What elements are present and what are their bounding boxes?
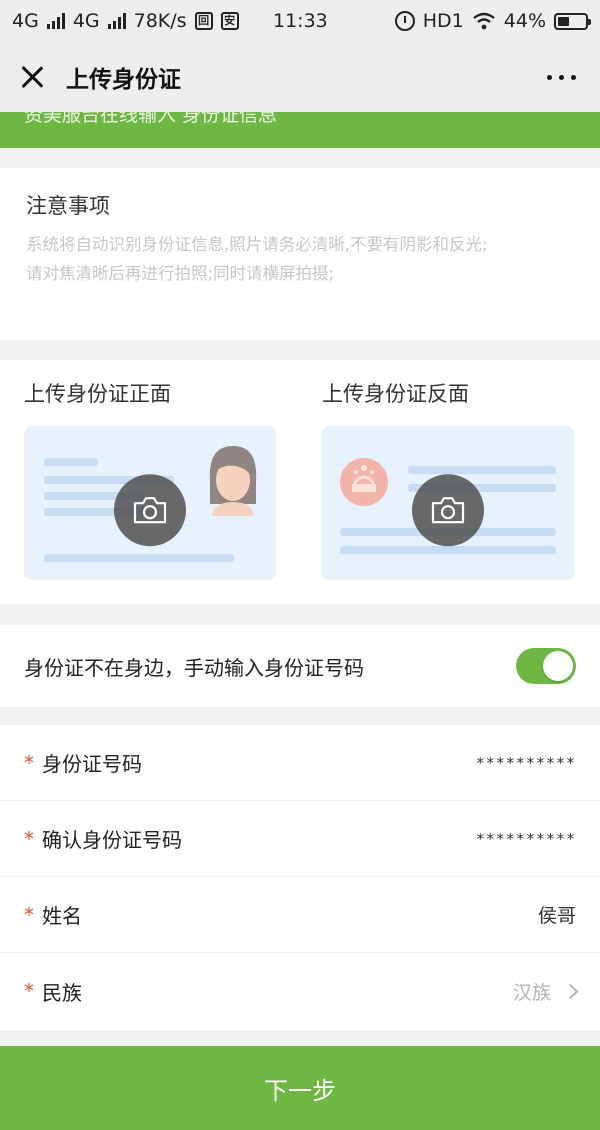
notice-text: 系统将自动识别身份证信息,照片请务必清晰,不要有阴影和反光; 请对焦清晰后再进行… bbox=[26, 230, 574, 288]
notice-line-1: 系统将自动识别身份证信息,照片请务必清晰,不要有阴影和反光; bbox=[26, 235, 488, 254]
nav-bar: 上传身份证 bbox=[0, 42, 600, 112]
id-number-label: 身份证号码 bbox=[42, 752, 142, 776]
network-type-1: 4G bbox=[12, 10, 39, 32]
notification-icon: 回 bbox=[194, 12, 213, 30]
wifi-icon bbox=[473, 12, 495, 30]
required-mark: * bbox=[24, 979, 34, 1003]
placeholder-line bbox=[408, 466, 556, 474]
name-row[interactable]: * 姓名 侯哥 bbox=[0, 877, 600, 953]
camera-icon[interactable] bbox=[412, 474, 484, 547]
upload-back: 上传身份证反面 bbox=[322, 378, 574, 586]
status-time: 11:33 bbox=[273, 10, 328, 32]
placeholder-line bbox=[44, 554, 234, 562]
id-number-field[interactable]: ********** bbox=[476, 754, 576, 772]
next-step-button[interactable]: 下一步 bbox=[0, 1046, 600, 1130]
placeholder-line bbox=[340, 546, 556, 554]
id-form: * 身份证号码 ********** * 确认身份证号码 ********** … bbox=[0, 725, 600, 1030]
upload-front-label: 上传身份证正面 bbox=[24, 382, 171, 406]
camera-icon[interactable] bbox=[114, 474, 186, 547]
more-icon[interactable] bbox=[541, 69, 582, 86]
ethnicity-row[interactable]: * 民族 汉族 bbox=[0, 953, 600, 1029]
notice-card: 注意事项 系统将自动识别身份证信息,照片请务必清晰,不要有阴影和反光; 请对焦清… bbox=[0, 168, 600, 340]
confirm-id-field[interactable]: ********** bbox=[476, 830, 576, 848]
name-label: 姓名 bbox=[42, 904, 82, 928]
required-mark: * bbox=[24, 902, 34, 927]
name-field[interactable]: 侯哥 bbox=[538, 901, 576, 928]
required-mark: * bbox=[24, 750, 34, 775]
close-icon[interactable] bbox=[18, 63, 46, 91]
confirm-id-label: 确认身份证号码 bbox=[42, 828, 182, 852]
app-notification-icon: 安 bbox=[220, 12, 239, 30]
upload-back-label: 上传身份证反面 bbox=[322, 382, 469, 406]
toggle-knob bbox=[543, 651, 573, 681]
battery-icon bbox=[554, 12, 591, 30]
manual-input-label: 身份证不在身边，手动输入身份证号码 bbox=[24, 655, 364, 680]
portrait-icon bbox=[209, 446, 257, 516]
ethnicity-label: 民族 bbox=[42, 980, 82, 1005]
emblem-icon bbox=[340, 458, 388, 506]
info-banner: 资美服台在线输入 身份证信息 bbox=[0, 112, 600, 148]
required-mark: * bbox=[24, 826, 34, 851]
network-speed: 78K/s bbox=[133, 10, 187, 32]
alarm-icon bbox=[394, 11, 415, 31]
hd-indicator: HD1 bbox=[422, 10, 464, 32]
confirm-id-row[interactable]: * 确认身份证号码 ********** bbox=[0, 801, 600, 877]
id-number-row[interactable]: * 身份证号码 ********** bbox=[0, 725, 600, 801]
network-type-2: 4G bbox=[72, 10, 100, 32]
status-left: 4G 4G 78K/s 回 安 bbox=[12, 10, 239, 32]
manual-input-toggle[interactable] bbox=[516, 648, 576, 684]
status-right: HD1 44% bbox=[394, 10, 591, 32]
signal-icon bbox=[107, 13, 126, 29]
id-card-front-placeholder[interactable] bbox=[24, 426, 276, 580]
ethnicity-select[interactable]: 汉族 bbox=[513, 978, 551, 1005]
id-card-back-placeholder[interactable] bbox=[322, 426, 574, 580]
battery-percent: 44% bbox=[503, 10, 546, 32]
placeholder-line bbox=[44, 458, 98, 466]
chevron-right-icon bbox=[562, 983, 579, 999]
upload-front: 上传身份证正面 bbox=[24, 378, 276, 586]
manual-input-row: 身份证不在身边，手动输入身份证号码 bbox=[0, 625, 600, 707]
signal-icon bbox=[46, 13, 65, 29]
banner-text: 资美服台在线输入 身份证信息 bbox=[24, 112, 278, 126]
notice-title: 注意事项 bbox=[26, 194, 110, 218]
page-title: 上传身份证 bbox=[66, 67, 181, 93]
notice-line-2: 请对焦清晰后再进行拍照;同时请横屏拍摄; bbox=[26, 264, 335, 283]
status-bar: 4G 4G 78K/s 回 安 11:33 HD1 44% bbox=[0, 0, 600, 42]
upload-section: 上传身份证正面 上传身份证反面 bbox=[0, 360, 600, 604]
